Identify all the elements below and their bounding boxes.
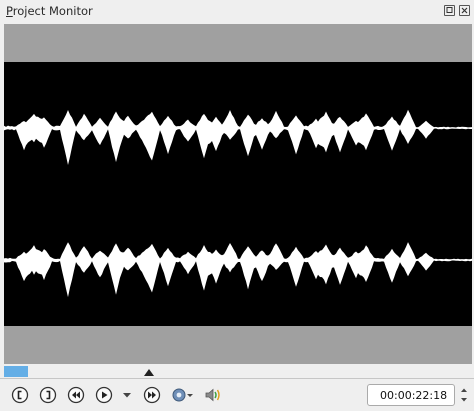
bracket-right-icon bbox=[39, 386, 57, 404]
play-menu-button[interactable] bbox=[121, 386, 133, 404]
timecode-spinner[interactable] bbox=[457, 384, 471, 406]
gear-icon bbox=[172, 388, 193, 402]
window-title: Project Monitor bbox=[6, 4, 93, 18]
waveform-channel-2 bbox=[4, 242, 472, 298]
set-zone-start-button[interactable] bbox=[11, 386, 29, 404]
chevron-down-icon bbox=[123, 393, 131, 398]
forward-button[interactable] bbox=[143, 386, 161, 404]
volume-button[interactable] bbox=[203, 386, 223, 404]
ruler-baseline bbox=[0, 378, 474, 379]
timeline-ruler[interactable] bbox=[0, 364, 474, 380]
spin-up-icon bbox=[461, 388, 467, 392]
play-icon bbox=[95, 386, 113, 404]
monitor-options-button[interactable] bbox=[171, 386, 195, 404]
timecode-value: 00:00:22:18 bbox=[380, 389, 448, 402]
bracket-left-icon bbox=[11, 386, 29, 404]
timecode-field[interactable]: 00:00:22:18 bbox=[367, 384, 455, 406]
fast-forward-icon bbox=[143, 386, 161, 404]
dock-titlebar: Project Monitor bbox=[0, 0, 474, 22]
close-icon[interactable] bbox=[459, 5, 470, 16]
float-icon[interactable] bbox=[444, 5, 455, 16]
monitor-display bbox=[4, 24, 472, 364]
transport-toolbar: 00:00:22:18 bbox=[0, 380, 474, 411]
rewind-button[interactable] bbox=[67, 386, 85, 404]
waveform-channel-1 bbox=[4, 109, 472, 165]
playhead-marker[interactable] bbox=[144, 369, 154, 376]
audio-waveform bbox=[4, 62, 472, 326]
rewind-icon bbox=[67, 386, 85, 404]
speaker-icon bbox=[205, 388, 220, 402]
spin-down-icon bbox=[461, 398, 467, 402]
zone-marker bbox=[4, 366, 28, 377]
play-button[interactable] bbox=[95, 386, 113, 404]
set-zone-end-button[interactable] bbox=[39, 386, 57, 404]
